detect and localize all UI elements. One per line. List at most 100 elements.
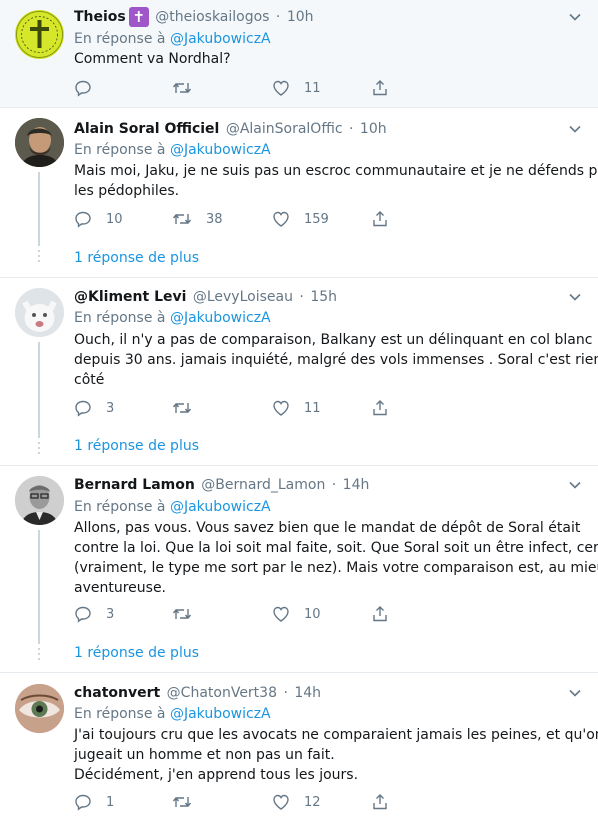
show-more-replies-link[interactable]: 1 réponse de plus — [74, 643, 199, 663]
user-handle[interactable]: @Bernard_Lamon — [201, 477, 325, 493]
retweet-icon — [172, 403, 192, 413]
like-count: 12 — [304, 794, 321, 810]
share-icon — [373, 794, 387, 810]
reply-context: En réponse à @JakubowiczA — [74, 142, 271, 158]
tweet-header: @Kliment Levi @LevyLoiseau · 15h — [74, 289, 338, 305]
tweet-text: Ouch, il n'y a pas de comparaison, Balka… — [74, 332, 598, 388]
reply-icon — [75, 80, 91, 97]
avatar[interactable] — [15, 288, 64, 337]
thread-line — [38, 342, 40, 438]
reply-icon — [75, 400, 91, 417]
share-button[interactable] — [371, 209, 389, 229]
retweet-button[interactable]: 38 — [172, 209, 223, 229]
reply-context: En réponse à @JakubowiczA — [74, 499, 271, 515]
thread-dots — [38, 442, 40, 457]
reply-to-link[interactable]: @JakubowiczA — [170, 310, 271, 326]
tweet-actions: 3 11 — [74, 398, 394, 418]
thread-line — [38, 172, 40, 246]
timestamp[interactable]: 10h — [287, 9, 314, 25]
display-name[interactable]: @Kliment Levi — [74, 289, 186, 305]
reply-to-link[interactable]: @JakubowiczA — [170, 499, 271, 515]
tweet-actions: 11 — [74, 78, 394, 98]
retweet-button[interactable] — [172, 78, 206, 98]
user-handle[interactable]: @LevyLoiseau — [193, 289, 293, 305]
thread-dots — [38, 648, 40, 663]
retweet-icon — [172, 214, 192, 224]
share-button[interactable] — [371, 604, 389, 624]
tweet-actions: 10 38 159 — [74, 209, 394, 229]
avatar[interactable] — [15, 476, 64, 525]
caret-down-icon[interactable] — [568, 478, 582, 492]
like-button[interactable]: 10 — [272, 604, 321, 624]
share-button[interactable] — [371, 398, 389, 418]
reply-to-link[interactable]: @JakubowiczA — [170, 706, 271, 722]
retweet-icon — [172, 797, 192, 807]
like-count: 11 — [304, 80, 321, 96]
like-button[interactable]: 12 — [272, 792, 321, 812]
share-button[interactable] — [371, 78, 389, 98]
display-name[interactable]: Bernard Lamon — [74, 477, 195, 493]
timestamp[interactable]: 14h — [343, 477, 370, 493]
share-button[interactable] — [371, 792, 389, 812]
user-handle[interactable]: @ChatonVert38 — [167, 685, 277, 701]
reply-button[interactable]: 10 — [74, 209, 123, 229]
like-icon — [273, 400, 289, 416]
reply-icon — [75, 606, 91, 623]
reply-count: 1 — [106, 794, 115, 810]
timestamp[interactable]: 10h — [360, 121, 387, 137]
reply-to-link[interactable]: @JakubowiczA — [170, 142, 271, 158]
caret-down-icon[interactable] — [568, 686, 582, 700]
tweet-text: J'ai toujours cru que les avocats ne com… — [74, 727, 598, 783]
like-icon — [273, 80, 289, 96]
avatar[interactable] — [15, 10, 64, 59]
tweet[interactable]: chatonvert @ChatonVert38 · 14h En répons… — [0, 673, 598, 818]
retweet-button[interactable] — [172, 398, 206, 418]
display-name[interactable]: Theios — [74, 9, 126, 25]
reply-to-link[interactable]: @JakubowiczA — [170, 31, 271, 47]
tweet[interactable]: Theios ✝ @theioskailogos · 10h En réponse… — [0, 0, 598, 108]
share-icon — [373, 400, 387, 416]
avatar[interactable] — [15, 118, 64, 167]
avatar[interactable] — [15, 684, 64, 733]
retweet-icon — [172, 83, 192, 93]
reply-count: 3 — [106, 400, 115, 416]
like-button[interactable]: 11 — [272, 398, 321, 418]
retweet-button[interactable] — [172, 604, 206, 624]
retweet-icon — [172, 609, 192, 619]
share-icon — [373, 606, 387, 622]
like-icon — [273, 794, 289, 810]
tweet[interactable]: Alain Soral Officiel @AlainSoralOffic · … — [0, 108, 598, 278]
like-button[interactable]: 159 — [272, 209, 329, 229]
reply-button[interactable] — [74, 78, 106, 98]
cross-badge-icon: ✝ — [128, 7, 149, 27]
tweet-header: Theios ✝ @theioskailogos · 10h — [74, 7, 314, 27]
caret-down-icon[interactable] — [568, 10, 582, 24]
reply-button[interactable]: 1 — [74, 792, 114, 812]
retweet-button[interactable] — [172, 792, 206, 812]
tweet-actions: 3 10 — [74, 604, 394, 624]
tweet-header: chatonvert @ChatonVert38 · 14h — [74, 685, 322, 701]
tweet[interactable]: Bernard Lamon @Bernard_Lamon · 14h En ré… — [0, 466, 598, 673]
thread-line — [38, 530, 40, 644]
show-more-replies-link[interactable]: 1 réponse de plus — [74, 248, 199, 268]
like-button[interactable]: 11 — [272, 78, 321, 98]
tweet[interactable]: @Kliment Levi @LevyLoiseau · 15h En répo… — [0, 278, 598, 466]
share-icon — [373, 80, 387, 96]
display-name[interactable]: Alain Soral Officiel — [74, 121, 219, 137]
timestamp[interactable]: 14h — [294, 685, 321, 701]
like-count: 10 — [304, 606, 321, 622]
show-more-replies-link[interactable]: 1 réponse de plus — [74, 436, 199, 456]
retweet-count: 38 — [206, 211, 223, 227]
tweet-actions: 1 12 — [74, 792, 394, 812]
user-handle[interactable]: @AlainSoralOffic — [226, 121, 343, 137]
tweet-text: Mais moi, Jaku, je ne suis pas un escroc… — [74, 163, 598, 199]
caret-down-icon[interactable] — [568, 290, 582, 304]
like-icon — [273, 606, 289, 622]
reply-button[interactable]: 3 — [74, 604, 114, 624]
caret-down-icon[interactable] — [568, 122, 582, 136]
reply-icon — [75, 211, 91, 228]
display-name[interactable]: chatonvert — [74, 685, 160, 701]
reply-button[interactable]: 3 — [74, 398, 114, 418]
timestamp[interactable]: 15h — [310, 289, 337, 305]
user-handle[interactable]: @theioskailogos — [155, 9, 269, 25]
